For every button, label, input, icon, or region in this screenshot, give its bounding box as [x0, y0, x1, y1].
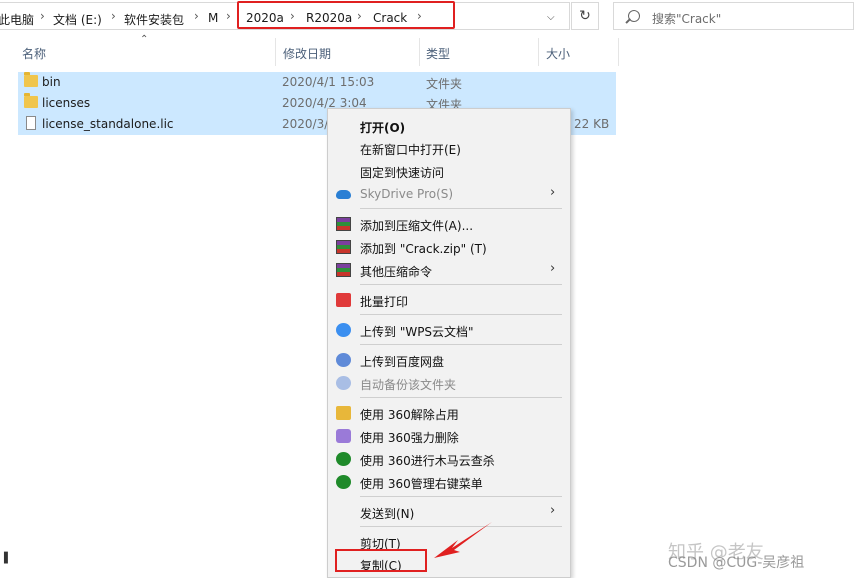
column-divider[interactable]: [419, 38, 420, 66]
file-row-bin[interactable]: bin 2020/4/1 15:03 文件夹: [18, 72, 616, 93]
menu-item-360-trojan-scan[interactable]: 使用 360进行木马云查杀: [328, 448, 570, 470]
360-security-icon: [336, 475, 351, 489]
breadcrumb-m[interactable]: M: [208, 11, 218, 25]
column-divider[interactable]: [538, 38, 539, 66]
submenu-arrow-icon: ›: [550, 261, 556, 276]
winrar-icon: [336, 263, 351, 277]
menu-item-batch-print[interactable]: 批量打印: [328, 289, 570, 311]
menu-item-add-to-zip[interactable]: 添加到 "Crack.zip" (T): [328, 236, 570, 258]
breadcrumb-this-pc[interactable]: 此电脑: [0, 11, 34, 28]
menu-separator: [360, 284, 562, 285]
menu-item-other-compress[interactable]: 其他压缩命令 ›: [328, 259, 570, 281]
menu-item-skydrive[interactable]: SkyDrive Pro(S) ›: [328, 183, 570, 205]
menu-item-auto-backup[interactable]: 自动备份该文件夹: [328, 372, 570, 394]
menu-item-open[interactable]: 打开(O): [328, 115, 570, 137]
360-security-icon: [336, 452, 351, 466]
skydrive-cloud-icon: [336, 190, 351, 199]
breadcrumb-separator[interactable]: ›: [40, 9, 45, 23]
path-highlight-annotation: [237, 1, 455, 29]
file-date: 2020/4/1 15:03: [282, 75, 375, 89]
copy-highlight-annotation: [335, 549, 427, 572]
submenu-arrow-icon: ›: [550, 503, 556, 518]
menu-item-label: 打开(O): [360, 121, 406, 135]
menu-item-pin-quick-access[interactable]: 固定到快速访问: [328, 160, 570, 182]
search-placeholder: 搜索"Crack": [652, 12, 722, 26]
menu-item-360-manage-menu[interactable]: 使用 360管理右键菜单: [328, 471, 570, 493]
menu-item-360-unlock[interactable]: 使用 360解除占用: [328, 402, 570, 424]
file-size: 22 KB: [574, 117, 610, 131]
360-shredder-icon: [336, 429, 351, 443]
breadcrumb-drive-e[interactable]: 文档 (E:): [53, 11, 102, 28]
winrar-icon: [336, 240, 351, 254]
folder-icon: [24, 93, 38, 108]
file-icon: [26, 116, 36, 130]
menu-separator: [360, 208, 562, 209]
menu-separator: [360, 314, 562, 315]
menu-separator: [360, 397, 562, 398]
menu-separator: [360, 496, 562, 497]
column-header-type[interactable]: 类型: [426, 45, 450, 75]
search-icon: [628, 10, 640, 22]
menu-item-label: 在新窗口中打开(E): [360, 143, 461, 157]
menu-item-open-new-window[interactable]: 在新窗口中打开(E): [328, 137, 570, 159]
baidu-netdisk-icon: [336, 353, 351, 367]
wps-cloud-upload-icon: [336, 323, 351, 337]
column-header-name[interactable]: 名称: [22, 45, 46, 75]
menu-item-360-force-delete[interactable]: 使用 360强力删除: [328, 425, 570, 447]
column-divider[interactable]: [275, 38, 276, 66]
address-bar-area: 此电脑 › 文档 (E:) › 软件安装包 › M › 2020a › R202…: [0, 0, 854, 34]
menu-item-add-to-archive[interactable]: 添加到压缩文件(A)...: [328, 213, 570, 235]
menu-item-label: 添加到 "Crack.zip" (T): [360, 242, 487, 256]
breadcrumb-separator[interactable]: ›: [226, 9, 231, 23]
menu-item-label: 固定到快速访问: [360, 166, 445, 180]
baidu-netdisk-icon: [336, 376, 351, 390]
menu-item-label: 使用 360强力删除: [360, 431, 459, 445]
menu-item-label: 上传到百度网盘: [360, 355, 445, 369]
search-input[interactable]: 搜索"Crack": [613, 2, 854, 30]
menu-separator: [360, 344, 562, 345]
menu-item-label: 上传到 "WPS云文档": [360, 325, 474, 339]
refresh-icon[interactable]: ↻: [571, 2, 599, 30]
column-divider[interactable]: [618, 38, 619, 66]
csdn-watermark: CSDN @CUG-吴彦祖: [668, 555, 805, 571]
menu-item-label: 使用 360进行木马云查杀: [360, 454, 495, 468]
menu-item-label: 添加到压缩文件(A)...: [360, 219, 474, 233]
submenu-arrow-icon: ›: [550, 185, 556, 200]
file-type: 文件夹: [426, 77, 463, 91]
menu-item-label: 使用 360管理右键菜单: [360, 477, 483, 491]
menu-item-label: 其他压缩命令: [360, 265, 433, 279]
annotation-arrow-icon: [434, 522, 492, 558]
file-date: 2020/3/: [282, 117, 329, 131]
menu-item-label: 批量打印: [360, 295, 409, 309]
menu-item-label: 使用 360解除占用: [360, 408, 459, 422]
breadcrumb-software-pkg[interactable]: 软件安装包: [124, 11, 184, 28]
breadcrumb-separator[interactable]: ›: [111, 9, 116, 23]
file-name: licenses: [42, 96, 91, 110]
menu-item-label: 自动备份该文件夹: [360, 378, 457, 392]
menu-item-label: 发送到(N): [360, 507, 415, 521]
printer-icon: [336, 293, 351, 307]
menu-item-label: SkyDrive Pro(S): [360, 187, 454, 201]
360-unlock-icon: [336, 406, 351, 420]
menu-item-upload-baidu[interactable]: 上传到百度网盘: [328, 349, 570, 371]
breadcrumb-separator[interactable]: ›: [194, 9, 199, 23]
column-header-size[interactable]: 大小: [546, 45, 570, 75]
left-panel-edge: ▐: [0, 553, 8, 564]
file-name: bin: [42, 75, 61, 89]
context-menu: 打开(O) 在新窗口中打开(E) 固定到快速访问 SkyDrive Pro(S)…: [327, 108, 571, 578]
winrar-icon: [336, 217, 351, 231]
sort-ascending-icon: ⌃: [140, 34, 149, 45]
file-name: license_standalone.lic: [42, 117, 174, 131]
chevron-down-icon[interactable]: ⌵: [547, 12, 559, 24]
menu-item-upload-wps[interactable]: 上传到 "WPS云文档": [328, 319, 570, 341]
folder-icon: [24, 72, 38, 87]
column-header-date[interactable]: 修改日期: [283, 45, 331, 75]
